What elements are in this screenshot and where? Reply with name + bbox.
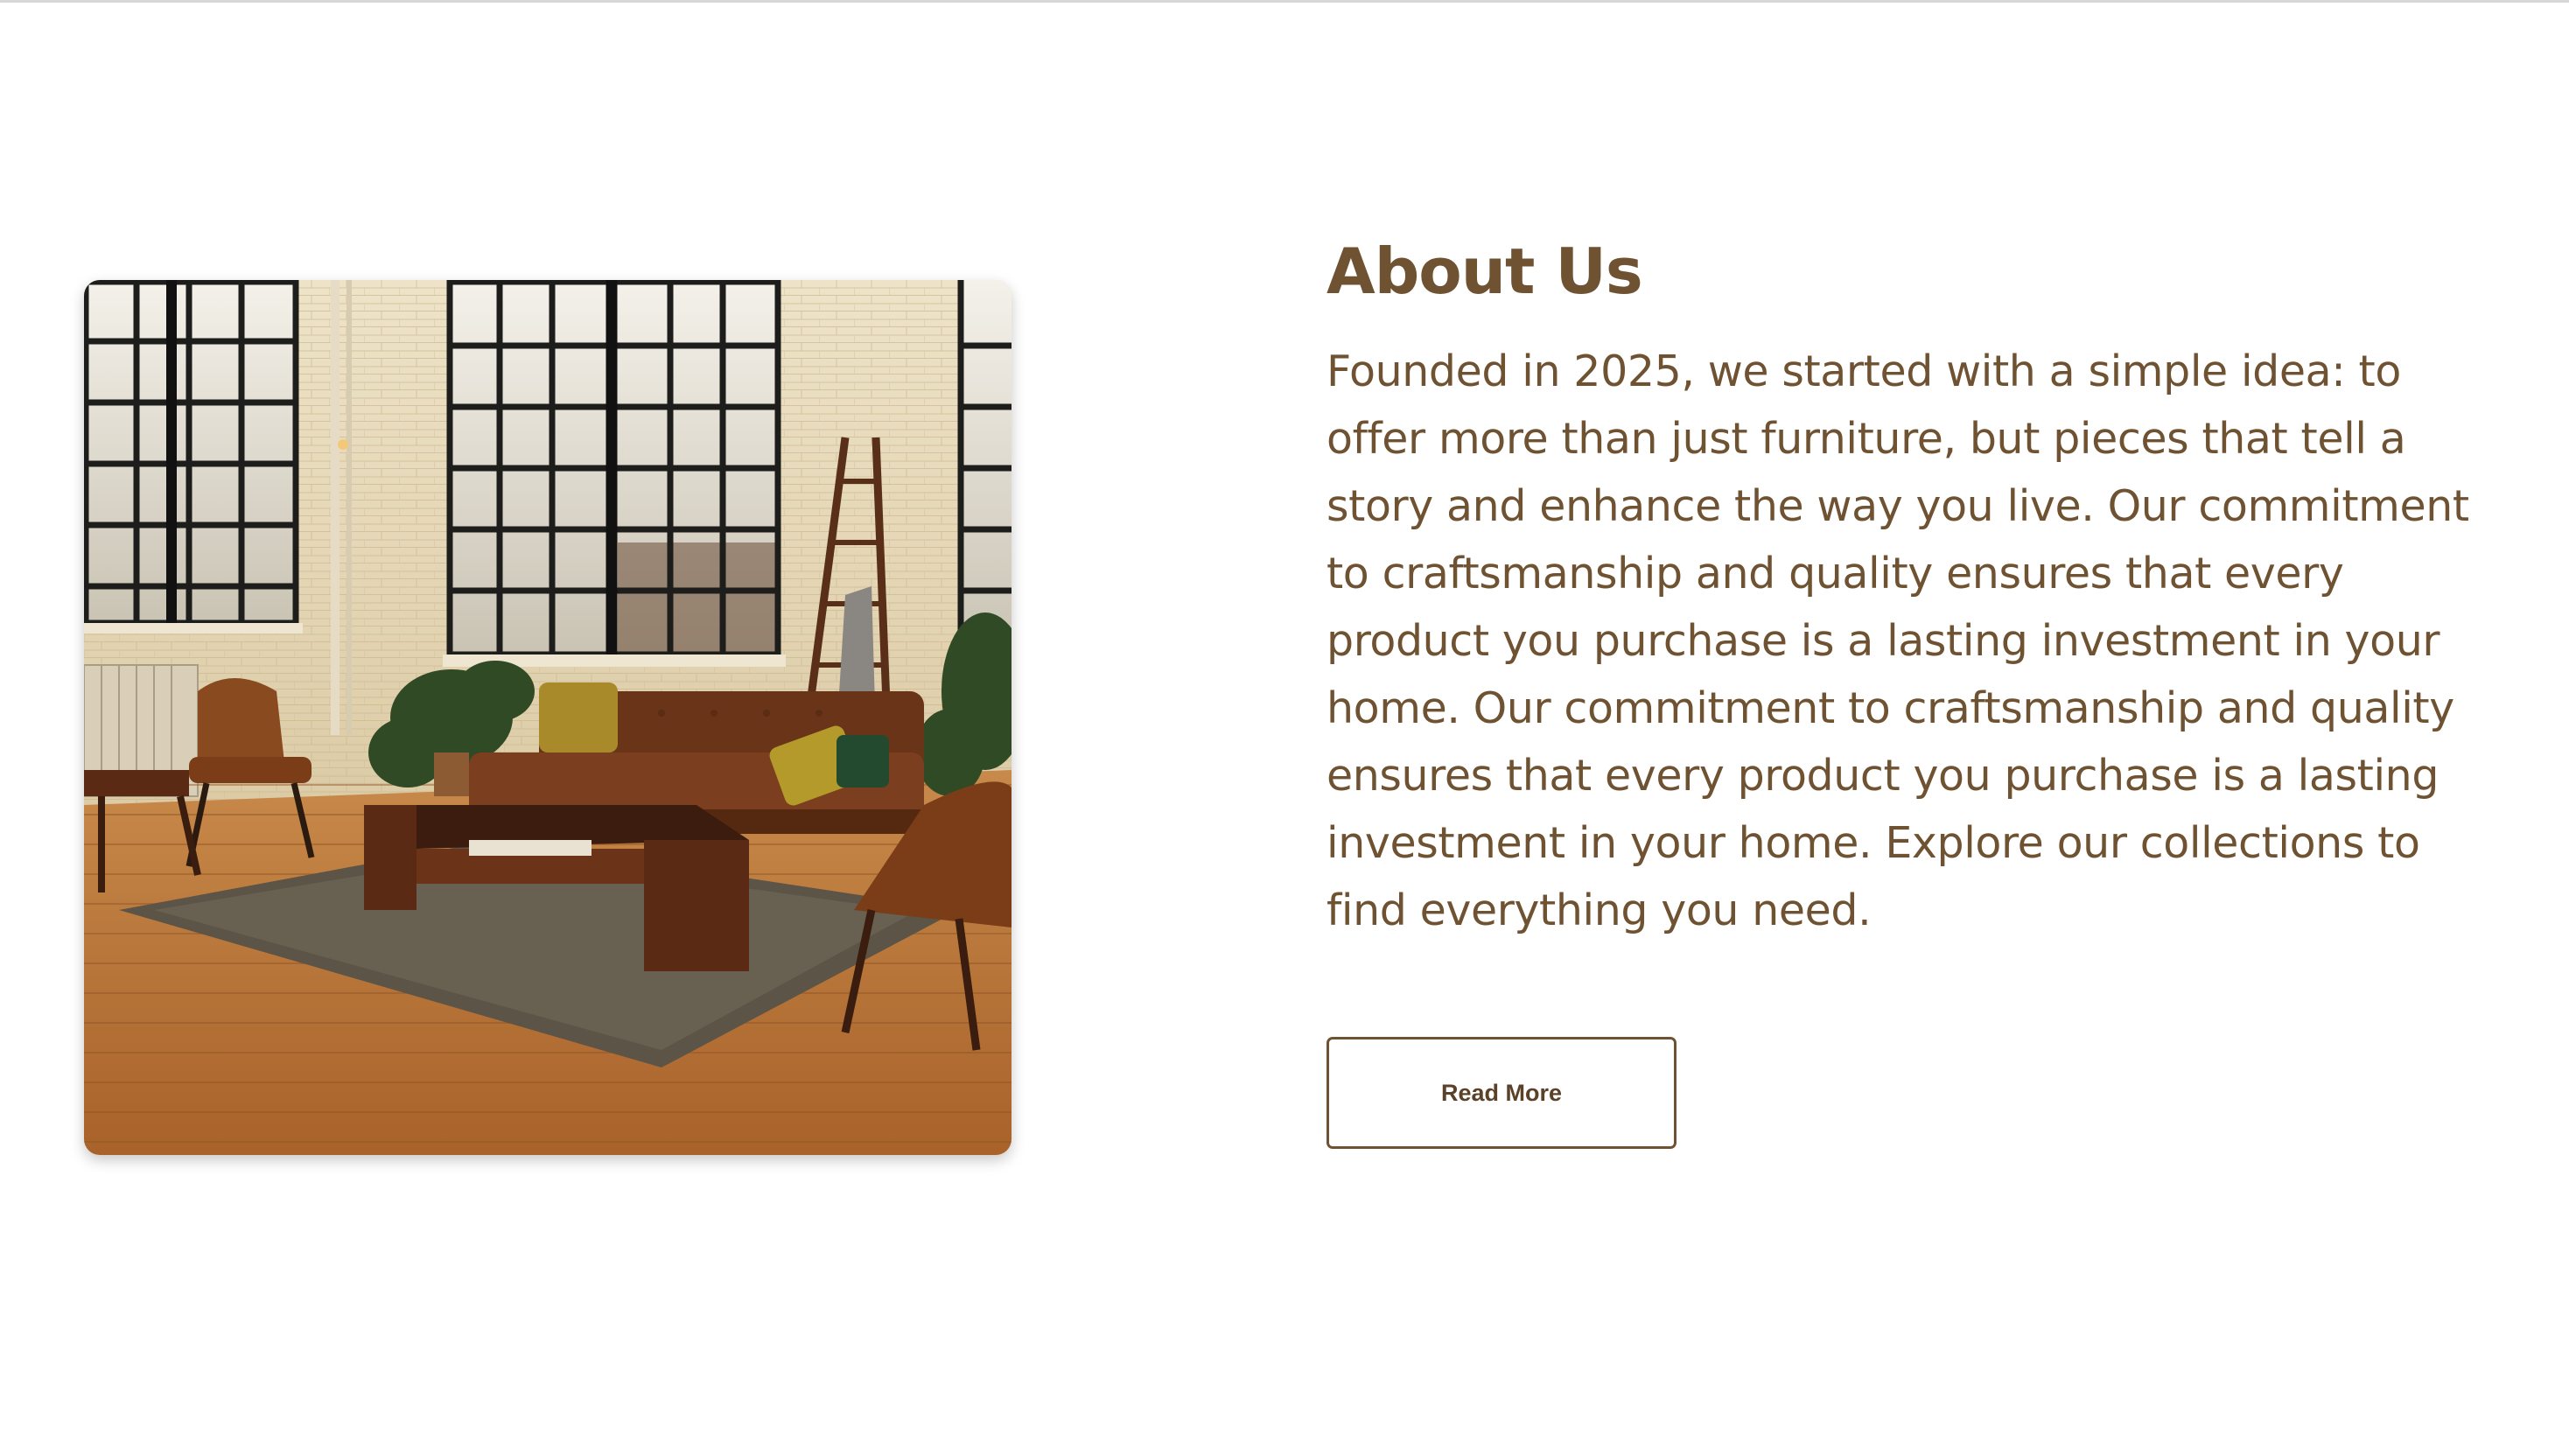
top-divider [0, 0, 2569, 3]
about-section: About Us Founded in 2025, we started wit… [1326, 229, 2499, 1149]
about-photo [84, 280, 1012, 1155]
about-title: About Us [1326, 234, 1643, 308]
living-room-illustration [84, 280, 1012, 1155]
about-description: Founded in 2025, we started with a simpl… [1326, 346, 2469, 935]
read-more-button[interactable]: Read More [1326, 1037, 1676, 1149]
